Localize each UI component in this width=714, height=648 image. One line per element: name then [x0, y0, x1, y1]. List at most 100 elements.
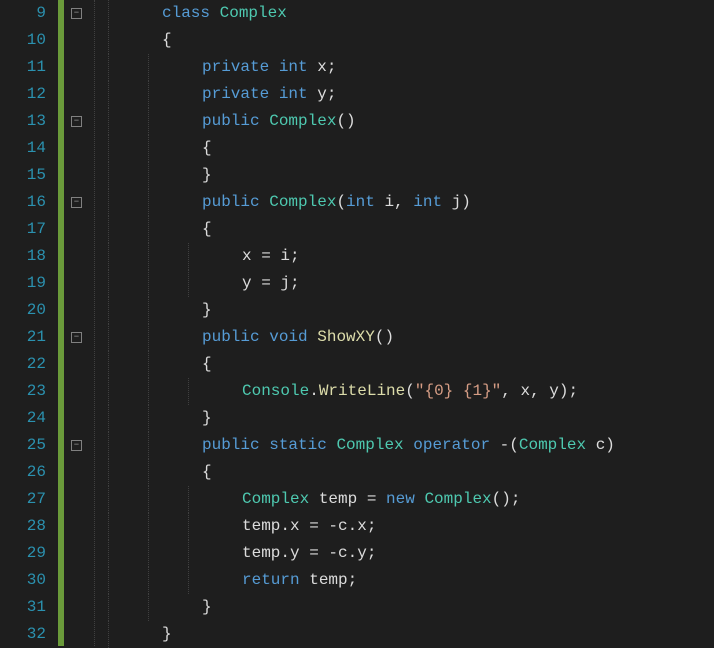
indent-guide: [148, 567, 149, 594]
line-number: 31: [0, 594, 46, 621]
code-text: }: [104, 598, 212, 616]
code-line[interactable]: class Complex: [104, 0, 714, 27]
code-line[interactable]: temp.x = -c.x;: [104, 513, 714, 540]
code-line[interactable]: }: [104, 297, 714, 324]
line-number: 24: [0, 405, 46, 432]
token-str: "{0} {1}": [415, 382, 501, 400]
line-number-gutter: 9101112131415161718192021222324252627282…: [0, 0, 58, 646]
code-line[interactable]: y = j;: [104, 270, 714, 297]
token-ident: c): [596, 436, 615, 454]
indent-guide: [148, 135, 149, 162]
indent-guide: [108, 324, 109, 351]
code-area[interactable]: class Complex{private int x;private int …: [104, 0, 714, 646]
code-text: {: [104, 139, 212, 157]
token-punct: (: [336, 193, 346, 211]
fold-toggle[interactable]: −: [71, 8, 82, 19]
code-line[interactable]: Console.WriteLine("{0} {1}", x, y);: [104, 378, 714, 405]
indent-guide: [108, 378, 109, 405]
token-kw: private: [202, 85, 279, 103]
token-type: Complex: [336, 436, 413, 454]
line-number: 15: [0, 162, 46, 189]
code-line[interactable]: {: [104, 351, 714, 378]
code-line[interactable]: return temp;: [104, 567, 714, 594]
token-kw: return: [242, 571, 309, 589]
token-kw: public: [202, 436, 269, 454]
code-line[interactable]: }: [104, 162, 714, 189]
indent-guide: [188, 378, 189, 405]
fold-toggle[interactable]: −: [71, 116, 82, 127]
line-number: 19: [0, 270, 46, 297]
token-type: Complex: [519, 436, 596, 454]
token-kw: public: [202, 328, 269, 346]
line-number: 17: [0, 216, 46, 243]
fold-column: − − − − −: [68, 0, 90, 646]
code-editor[interactable]: 9101112131415161718192021222324252627282…: [0, 0, 714, 646]
indent-guide: [108, 81, 109, 108]
token-ident: i,: [384, 193, 413, 211]
indent-guide: [108, 567, 109, 594]
code-text: }: [104, 166, 212, 184]
token-punct: .: [309, 382, 319, 400]
code-line[interactable]: public Complex(int i, int j): [104, 189, 714, 216]
line-number: 30: [0, 567, 46, 594]
code-line[interactable]: public static Complex operator -(Complex…: [104, 432, 714, 459]
token-punct: }: [202, 598, 212, 616]
code-line[interactable]: {: [104, 459, 714, 486]
token-kw: int: [413, 193, 451, 211]
vertical-guide: [94, 0, 95, 646]
code-line[interactable]: private int y;: [104, 81, 714, 108]
token-punct: }: [202, 409, 212, 427]
line-number: 11: [0, 54, 46, 81]
code-line[interactable]: {: [104, 135, 714, 162]
token-punct: {: [202, 355, 212, 373]
indent-guide: [108, 486, 109, 513]
indent-guide: [108, 405, 109, 432]
code-line[interactable]: public void ShowXY(): [104, 324, 714, 351]
code-text: public Complex(int i, int j): [104, 193, 471, 211]
indent-guide: [188, 243, 189, 270]
indent-guide: [108, 216, 109, 243]
code-text: {: [104, 463, 212, 481]
line-number: 12: [0, 81, 46, 108]
token-ident: j): [452, 193, 471, 211]
code-line[interactable]: Complex temp = new Complex();: [104, 486, 714, 513]
token-kw: operator: [413, 436, 499, 454]
token-ident: temp =: [319, 490, 386, 508]
token-punct: ();: [492, 490, 521, 508]
token-ident: y;: [317, 85, 336, 103]
fold-toggle[interactable]: −: [71, 440, 82, 451]
token-punct: {: [162, 31, 172, 49]
token-ident: x = i;: [242, 247, 300, 265]
token-punct: {: [202, 220, 212, 238]
indent-guide: [148, 594, 149, 621]
code-text: y = j;: [104, 274, 300, 292]
code-line[interactable]: private int x;: [104, 54, 714, 81]
token-ident: x;: [317, 58, 336, 76]
code-text: private int x;: [104, 58, 336, 76]
token-kw: new: [386, 490, 424, 508]
token-kw: public: [202, 112, 269, 130]
indent-guide: [148, 81, 149, 108]
fold-toggle[interactable]: −: [71, 332, 82, 343]
code-text: private int y;: [104, 85, 336, 103]
code-line[interactable]: }: [104, 594, 714, 621]
guide-column: [90, 0, 104, 646]
code-line[interactable]: }: [104, 621, 714, 648]
line-number: 32: [0, 621, 46, 648]
code-text: temp.x = -c.x;: [104, 517, 376, 535]
code-text: }: [104, 625, 172, 643]
line-number: 27: [0, 486, 46, 513]
token-kw: void: [269, 328, 317, 346]
code-line[interactable]: }: [104, 405, 714, 432]
code-line[interactable]: {: [104, 216, 714, 243]
fold-toggle[interactable]: −: [71, 197, 82, 208]
code-line[interactable]: x = i;: [104, 243, 714, 270]
indent-guide: [148, 297, 149, 324]
code-line[interactable]: {: [104, 27, 714, 54]
code-line[interactable]: public Complex(): [104, 108, 714, 135]
token-punct: (): [336, 112, 355, 130]
indent-guide: [148, 378, 149, 405]
token-type: Complex: [424, 490, 491, 508]
code-text: {: [104, 355, 212, 373]
code-line[interactable]: temp.y = -c.y;: [104, 540, 714, 567]
